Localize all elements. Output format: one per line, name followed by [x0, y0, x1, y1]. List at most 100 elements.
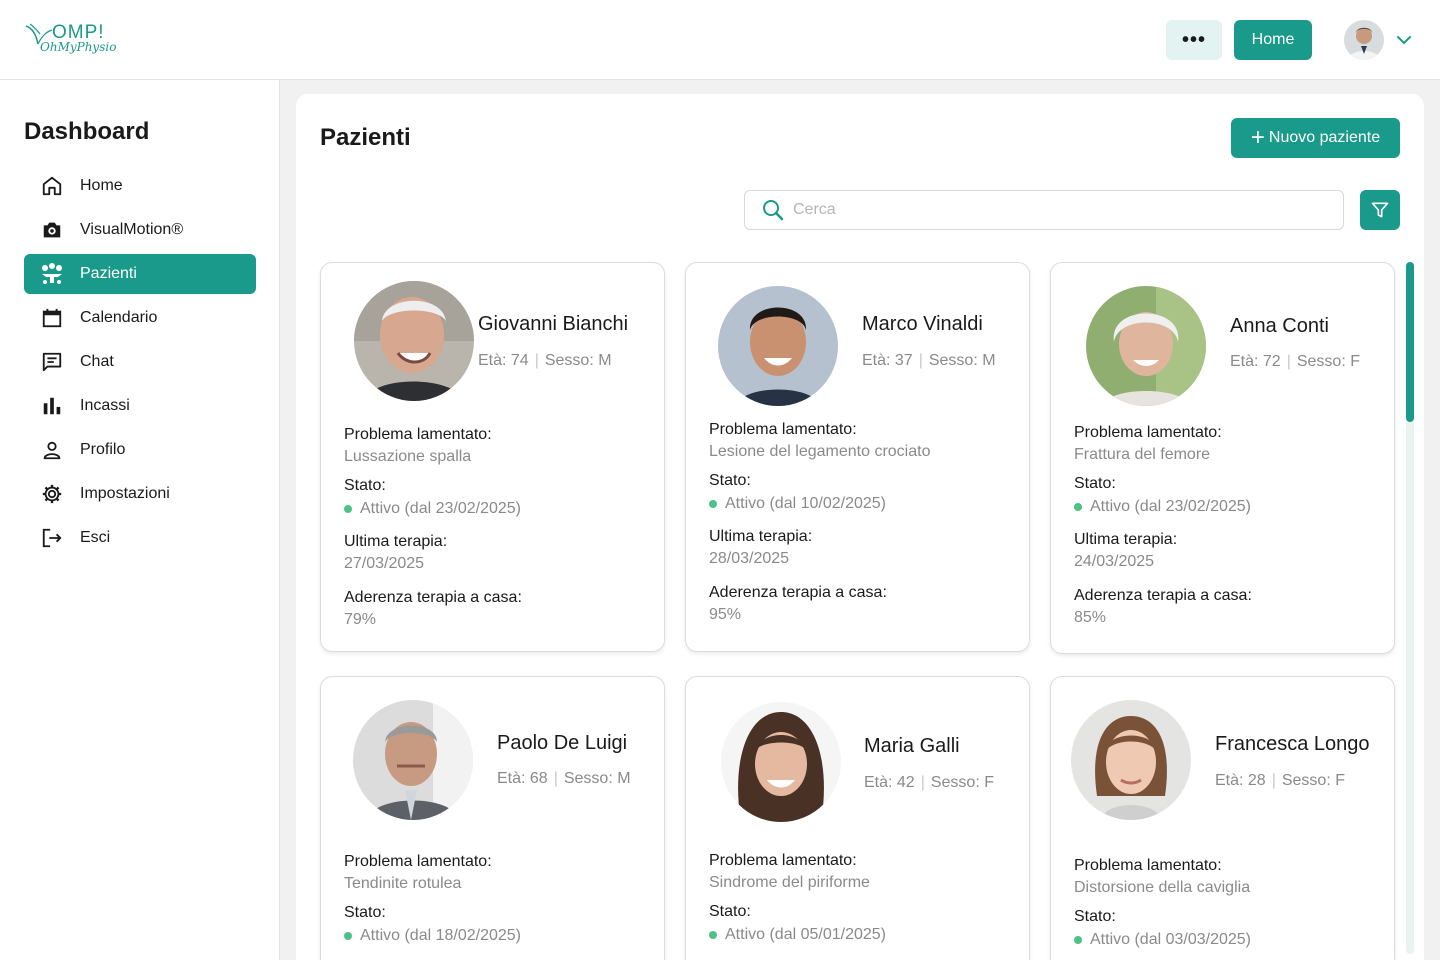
search-input[interactable]	[793, 201, 1313, 219]
meta-separator: |	[553, 770, 558, 787]
status-dot-icon	[344, 505, 352, 513]
status-label: Stato:	[344, 904, 386, 921]
sidebar-item-label: Home	[80, 177, 123, 194]
chevron-down-icon[interactable]	[1396, 32, 1412, 48]
problem-value: Sindrome del piriforme	[709, 874, 870, 891]
status-section: Stato: Attivo (dal 05/01/2025)	[709, 903, 1013, 945]
adherence-label: Aderenza terapia a casa:	[709, 584, 887, 601]
problem-section: Problema lamentato: Distorsione della cav…	[1074, 857, 1378, 899]
status-value: Attivo (dal 23/02/2025)	[344, 499, 648, 519]
problem-value: Distorsione della caviglia	[1074, 879, 1251, 896]
status-value: Attivo (dal 05/01/2025)	[709, 925, 1013, 945]
status-dot-icon	[1074, 503, 1082, 511]
gear-icon	[40, 482, 64, 506]
sidebar-item-calendario[interactable]: Calendario	[24, 298, 256, 338]
calendar-icon	[40, 306, 64, 330]
problem-value: Frattura del femore	[1074, 446, 1211, 463]
adherence-value: 95%	[709, 606, 742, 623]
user-avatar[interactable]	[1344, 20, 1384, 60]
problem-label: Problema lamentato:	[1074, 857, 1222, 874]
problem-label: Problema lamentato:	[709, 421, 857, 438]
patients-icon	[40, 262, 64, 286]
adherence-value: 79%	[344, 611, 377, 628]
patient-card[interactable]: Paolo De Luigi Età: 68 | Sesso: M Problema…	[320, 676, 665, 960]
patient-card[interactable]: Anna Conti Età: 72 | Sesso: F Problema lam…	[1050, 262, 1395, 654]
last-therapy-value: 24/03/2025	[1074, 553, 1155, 570]
sidebar-item-label: Profilo	[80, 441, 126, 458]
last-therapy-section: Ultima terapia: 28/03/2025	[709, 528, 1013, 570]
patient-photo	[721, 702, 841, 822]
more-options-button[interactable]: •••	[1166, 20, 1222, 60]
last-therapy-section: Ultima terapia: 24/03/2025	[1074, 531, 1378, 573]
patient-meta: Età: 74 | Sesso: M	[478, 352, 612, 370]
patient-age: Età: 28	[1215, 772, 1266, 789]
patient-meta: Età: 72 | Sesso: F	[1230, 353, 1360, 371]
sidebar-item-chat[interactable]: Chat	[24, 342, 256, 382]
filter-button[interactable]	[1360, 190, 1400, 230]
status-label: Stato:	[709, 903, 751, 920]
sidebar-item-visualmotion[interactable]: VisualMotion®	[24, 210, 256, 250]
status-value: Attivo (dal 23/02/2025)	[1074, 497, 1378, 517]
new-patient-label: Nuovo paziente	[1268, 129, 1381, 146]
meta-separator: |	[920, 774, 925, 791]
status-dot-icon	[1074, 936, 1082, 944]
patient-photo	[718, 286, 838, 406]
patient-card[interactable]: Maria Galli Età: 42 | Sesso: F Problema la…	[685, 676, 1030, 960]
camera-icon	[40, 218, 64, 242]
sidebar-item-label: Pazienti	[80, 265, 137, 282]
patient-card[interactable]: Francesca Longo Età: 28 | Sesso: F Problem…	[1050, 676, 1395, 960]
sidebar-nav: Home VisualMotion® Pazienti Calendario C…	[24, 166, 256, 562]
patient-sex: Sesso: M	[563, 770, 631, 787]
adherence-label: Aderenza terapia a casa:	[344, 589, 522, 606]
status-text: Attivo (dal 10/02/2025)	[725, 495, 886, 512]
patient-sex: Sesso: F	[930, 774, 994, 791]
new-patient-button[interactable]: + Nuovo paziente	[1231, 118, 1400, 158]
sidebar-item-incassi[interactable]: Incassi	[24, 386, 256, 426]
sidebar-item-pazienti[interactable]: Pazienti	[24, 254, 256, 294]
user-portrait-icon	[1344, 20, 1384, 60]
sidebar-item-profilo[interactable]: Profilo	[24, 430, 256, 470]
young-woman-portrait-icon	[1071, 700, 1191, 820]
patient-sex: Sesso: M	[928, 352, 996, 369]
status-label: Stato:	[344, 477, 386, 494]
patient-age: Età: 68	[497, 770, 548, 787]
patient-photo	[1086, 286, 1206, 406]
problem-label: Problema lamentato:	[709, 852, 857, 869]
patient-age: Età: 37	[862, 352, 913, 369]
home-button[interactable]: Home	[1234, 20, 1312, 60]
sidebar-item-label: Chat	[80, 353, 114, 370]
status-value: Attivo (dal 10/02/2025)	[709, 494, 1013, 514]
sidebar-item-label: Incassi	[80, 397, 130, 414]
problem-section: Problema lamentato: Tendinite rotulea	[344, 853, 648, 895]
patient-card[interactable]: Marco Vinaldi Età: 37 | Sesso: M Problema …	[685, 262, 1030, 652]
problem-label: Problema lamentato:	[344, 426, 492, 443]
bar-chart-icon	[40, 394, 64, 418]
omp-logo[interactable]: OMP! OhMyPhysio	[24, 18, 124, 58]
problem-value: Tendinite rotulea	[344, 875, 462, 892]
patient-card[interactable]: Giovanni Bianchi Età: 74 | Sesso: M Proble…	[320, 262, 665, 652]
scrollbar-thumb[interactable]	[1406, 262, 1414, 422]
patient-photo	[1071, 700, 1191, 820]
logout-icon	[40, 526, 64, 550]
last-therapy-label: Ultima terapia:	[709, 528, 813, 545]
problem-section: Problema lamentato: Lesione del legamento…	[709, 421, 1013, 463]
meta-separator: |	[534, 352, 539, 369]
status-section: Stato: Attivo (dal 23/02/2025)	[344, 477, 648, 519]
patient-photo	[353, 700, 473, 820]
patient-name: Maria Galli	[864, 735, 960, 757]
young-man-portrait-icon	[718, 286, 838, 406]
sidebar-item-home[interactable]: Home	[24, 166, 256, 206]
last-therapy-value: 28/03/2025	[709, 550, 790, 567]
sidebar-item-label: VisualMotion®	[80, 221, 184, 238]
sidebar-item-esci[interactable]: Esci	[24, 518, 256, 558]
patient-name: Giovanni Bianchi	[478, 313, 629, 335]
status-dot-icon	[709, 931, 717, 939]
status-text: Attivo (dal 23/02/2025)	[1090, 498, 1251, 515]
status-value: Attivo (dal 03/03/2025)	[1074, 930, 1378, 950]
home-icon	[40, 174, 64, 198]
patient-sex: Sesso: F	[1281, 772, 1345, 789]
woman-portrait-icon	[721, 702, 841, 822]
problem-section: Problema lamentato: Sindrome del piriform…	[709, 852, 1013, 894]
sidebar-item-impostazioni[interactable]: Impostazioni	[24, 474, 256, 514]
patient-age: Età: 72	[1230, 353, 1281, 370]
